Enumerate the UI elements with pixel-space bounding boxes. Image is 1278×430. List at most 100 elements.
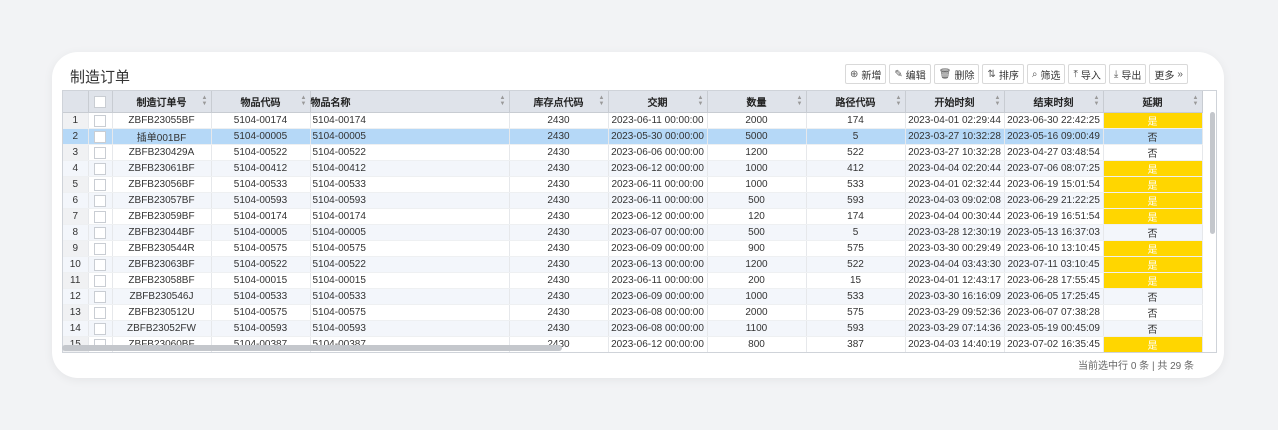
- cell[interactable]: 500: [707, 192, 807, 209]
- cell[interactable]: 900: [707, 240, 807, 257]
- row-checkbox[interactable]: [94, 274, 106, 287]
- cell[interactable]: 5104-00593: [310, 192, 510, 209]
- sort-arrows-icon[interactable]: ▲ ▼: [896, 95, 902, 107]
- cell[interactable]: 575: [806, 240, 906, 257]
- table-row[interactable]: 1 ZBFB23055BF 5104-00174 5104-00174 2430 2023…: [63, 112, 1203, 129]
- cell[interactable]: 5104-00005: [310, 128, 510, 145]
- cell[interactable]: 5104-00522: [211, 144, 311, 161]
- cell[interactable]: 2430: [509, 256, 609, 273]
- cell-delay[interactable]: 是: [1103, 256, 1203, 273]
- cell[interactable]: 5104-00575: [310, 304, 510, 321]
- cell[interactable]: 593: [806, 320, 906, 337]
- cell[interactable]: ZBFB23052FW: [112, 320, 212, 337]
- cell[interactable]: 2430: [509, 176, 609, 193]
- cell[interactable]: 412: [806, 160, 906, 177]
- cell[interactable]: 5104-00533: [211, 176, 311, 193]
- cell[interactable]: 1200: [707, 256, 807, 273]
- cell[interactable]: 1000: [707, 160, 807, 177]
- cell[interactable]: 200: [707, 272, 807, 289]
- cell[interactable]: 2430: [509, 353, 608, 354]
- cell[interactable]: 1200: [707, 144, 807, 161]
- sort-arrows-icon[interactable]: ▲ ▼: [797, 95, 803, 107]
- cell[interactable]: 2023-06-11 00:00:00: [608, 192, 708, 209]
- cell[interactable]: 2023-05-16 09:00:49: [1004, 128, 1104, 145]
- cell[interactable]: 2023-06-29 21:22:25: [1004, 192, 1104, 209]
- cell[interactable]: 2023-04-01 02:32:44: [905, 176, 1005, 193]
- cell[interactable]: 5104-00015: [310, 272, 510, 289]
- cell[interactable]: 2023-06-28 17:55:45: [1004, 272, 1104, 289]
- cell[interactable]: 5104-00005: [211, 224, 311, 241]
- cell[interactable]: 2430: [509, 192, 609, 209]
- cell[interactable]: 5104-00005: [310, 224, 510, 241]
- cell[interactable]: 2023-06-11 00:00:00: [608, 176, 708, 193]
- row-checkbox[interactable]: [94, 306, 106, 319]
- cell[interactable]: 2023-03-30 00:29:49: [905, 240, 1005, 257]
- cell[interactable]: 5104-00575: [211, 240, 311, 257]
- cell[interactable]: 5104-00533: [310, 288, 510, 305]
- sort-arrows-icon[interactable]: ▲ ▼: [599, 95, 605, 107]
- cell[interactable]: 1000: [707, 176, 807, 193]
- cell[interactable]: 2023-06-19 15:01:54: [1004, 176, 1104, 193]
- cell[interactable]: 2430: [509, 304, 609, 321]
- cell[interactable]: 5104-00387: [211, 353, 310, 354]
- column-header[interactable]: 制造订单号 ▲ ▼: [112, 91, 212, 113]
- cell[interactable]: 5: [806, 224, 906, 241]
- cell[interactable]: 2023-06-08 00:00:00: [608, 353, 707, 354]
- cell[interactable]: ZBFB23059BF: [112, 208, 212, 225]
- cell[interactable]: 1000: [707, 288, 807, 305]
- cell[interactable]: 2023-03-30 16:16:09: [905, 288, 1005, 305]
- cell[interactable]: 575: [806, 304, 906, 321]
- cell[interactable]: ZBFB23057BF: [112, 192, 212, 209]
- delete-button[interactable]: 🗑 删除: [933, 64, 980, 84]
- cell[interactable]: 2023-03-27 10:32:28: [905, 128, 1005, 145]
- cell[interactable]: 5104-00522: [310, 144, 510, 161]
- row-checkbox[interactable]: [94, 146, 106, 159]
- cell[interactable]: 2023-06-08 00:00:00: [608, 304, 708, 321]
- cell[interactable]: 2023-05-19 00:45:09: [1004, 320, 1104, 337]
- cell[interactable]: 2023-06-30 22:42:25: [1004, 112, 1104, 129]
- sort-arrows-icon[interactable]: ▲ ▼: [301, 95, 307, 107]
- cell[interactable]: 387: [806, 336, 906, 352]
- cell[interactable]: 5104-00412: [211, 160, 311, 177]
- cell[interactable]: 5104-00522: [211, 256, 311, 273]
- cell[interactable]: 2023-06-11 00:00:00: [608, 112, 708, 129]
- cell-delay[interactable]: 否: [1103, 128, 1203, 145]
- column-header[interactable]: 开始时刻 ▲ ▼: [905, 91, 1005, 113]
- horizontal-scrollbar[interactable]: [62, 345, 562, 351]
- column-header[interactable]: 路径代码 ▲ ▼: [806, 91, 906, 113]
- add-button[interactable]: ⊕ 新增: [845, 64, 887, 84]
- cell[interactable]: 5104-00593: [310, 320, 510, 337]
- select-all-checkbox[interactable]: [94, 95, 106, 108]
- cell-delay[interactable]: 是: [1103, 160, 1203, 177]
- cell[interactable]: 2023-04-04 02:20:44: [905, 160, 1005, 177]
- table-row[interactable]: 13 ZBFB230512U 5104-00575 5104-00575 2430 202…: [63, 304, 1203, 321]
- table-row[interactable]: 12 ZBFB230546J 5104-00533 5104-00533 2430 202…: [63, 288, 1203, 305]
- cell-delay[interactable]: 是: [1103, 336, 1203, 352]
- column-header[interactable]: 交期 ▲ ▼: [608, 91, 708, 113]
- import-button[interactable]: ⤒ 导入: [1068, 64, 1106, 84]
- cell[interactable]: 1100: [707, 320, 807, 337]
- cell[interactable]: 5104-00387: [310, 353, 509, 354]
- table-row[interactable]: 4 ZBFB23061BF 5104-00412 5104-00412 2430 2023…: [63, 160, 1203, 177]
- sort-arrows-icon[interactable]: ▲ ▼: [698, 95, 704, 107]
- cell[interactable]: 5104-00533: [310, 176, 510, 193]
- cell[interactable]: 2023-06-11 00:00:00: [608, 272, 708, 289]
- cell[interactable]: 5104-00593: [211, 320, 311, 337]
- cell-delay[interactable]: 否: [1103, 320, 1203, 337]
- cell-delay[interactable]: 是: [1103, 240, 1203, 257]
- row-checkbox[interactable]: [94, 226, 106, 239]
- cell[interactable]: 2023-05-30 00:00:00: [608, 128, 708, 145]
- cell-delay[interactable]: 是: [1103, 192, 1203, 209]
- cell[interactable]: ZBFB230544R: [112, 240, 212, 257]
- cell[interactable]: 2023-07-06 08:07:25: [1004, 160, 1104, 177]
- cell[interactable]: 2430: [509, 240, 609, 257]
- table-row[interactable]: 11 ZBFB23058BF 5104-00015 5104-00015 2430 202…: [63, 272, 1203, 289]
- cell[interactable]: 2023-03-28 12:30:19: [905, 224, 1005, 241]
- column-header[interactable]: 数量 ▲ ▼: [707, 91, 807, 113]
- cell[interactable]: 593: [806, 192, 906, 209]
- cell[interactable]: 5104-00593: [211, 192, 311, 209]
- cell[interactable]: ZBFB230546J: [112, 288, 212, 305]
- cell[interactable]: 2023-06-12 00:00:00: [608, 208, 708, 225]
- cell[interactable]: 2023-07-02 16:35:45: [1004, 336, 1104, 352]
- row-checkbox[interactable]: [94, 178, 106, 191]
